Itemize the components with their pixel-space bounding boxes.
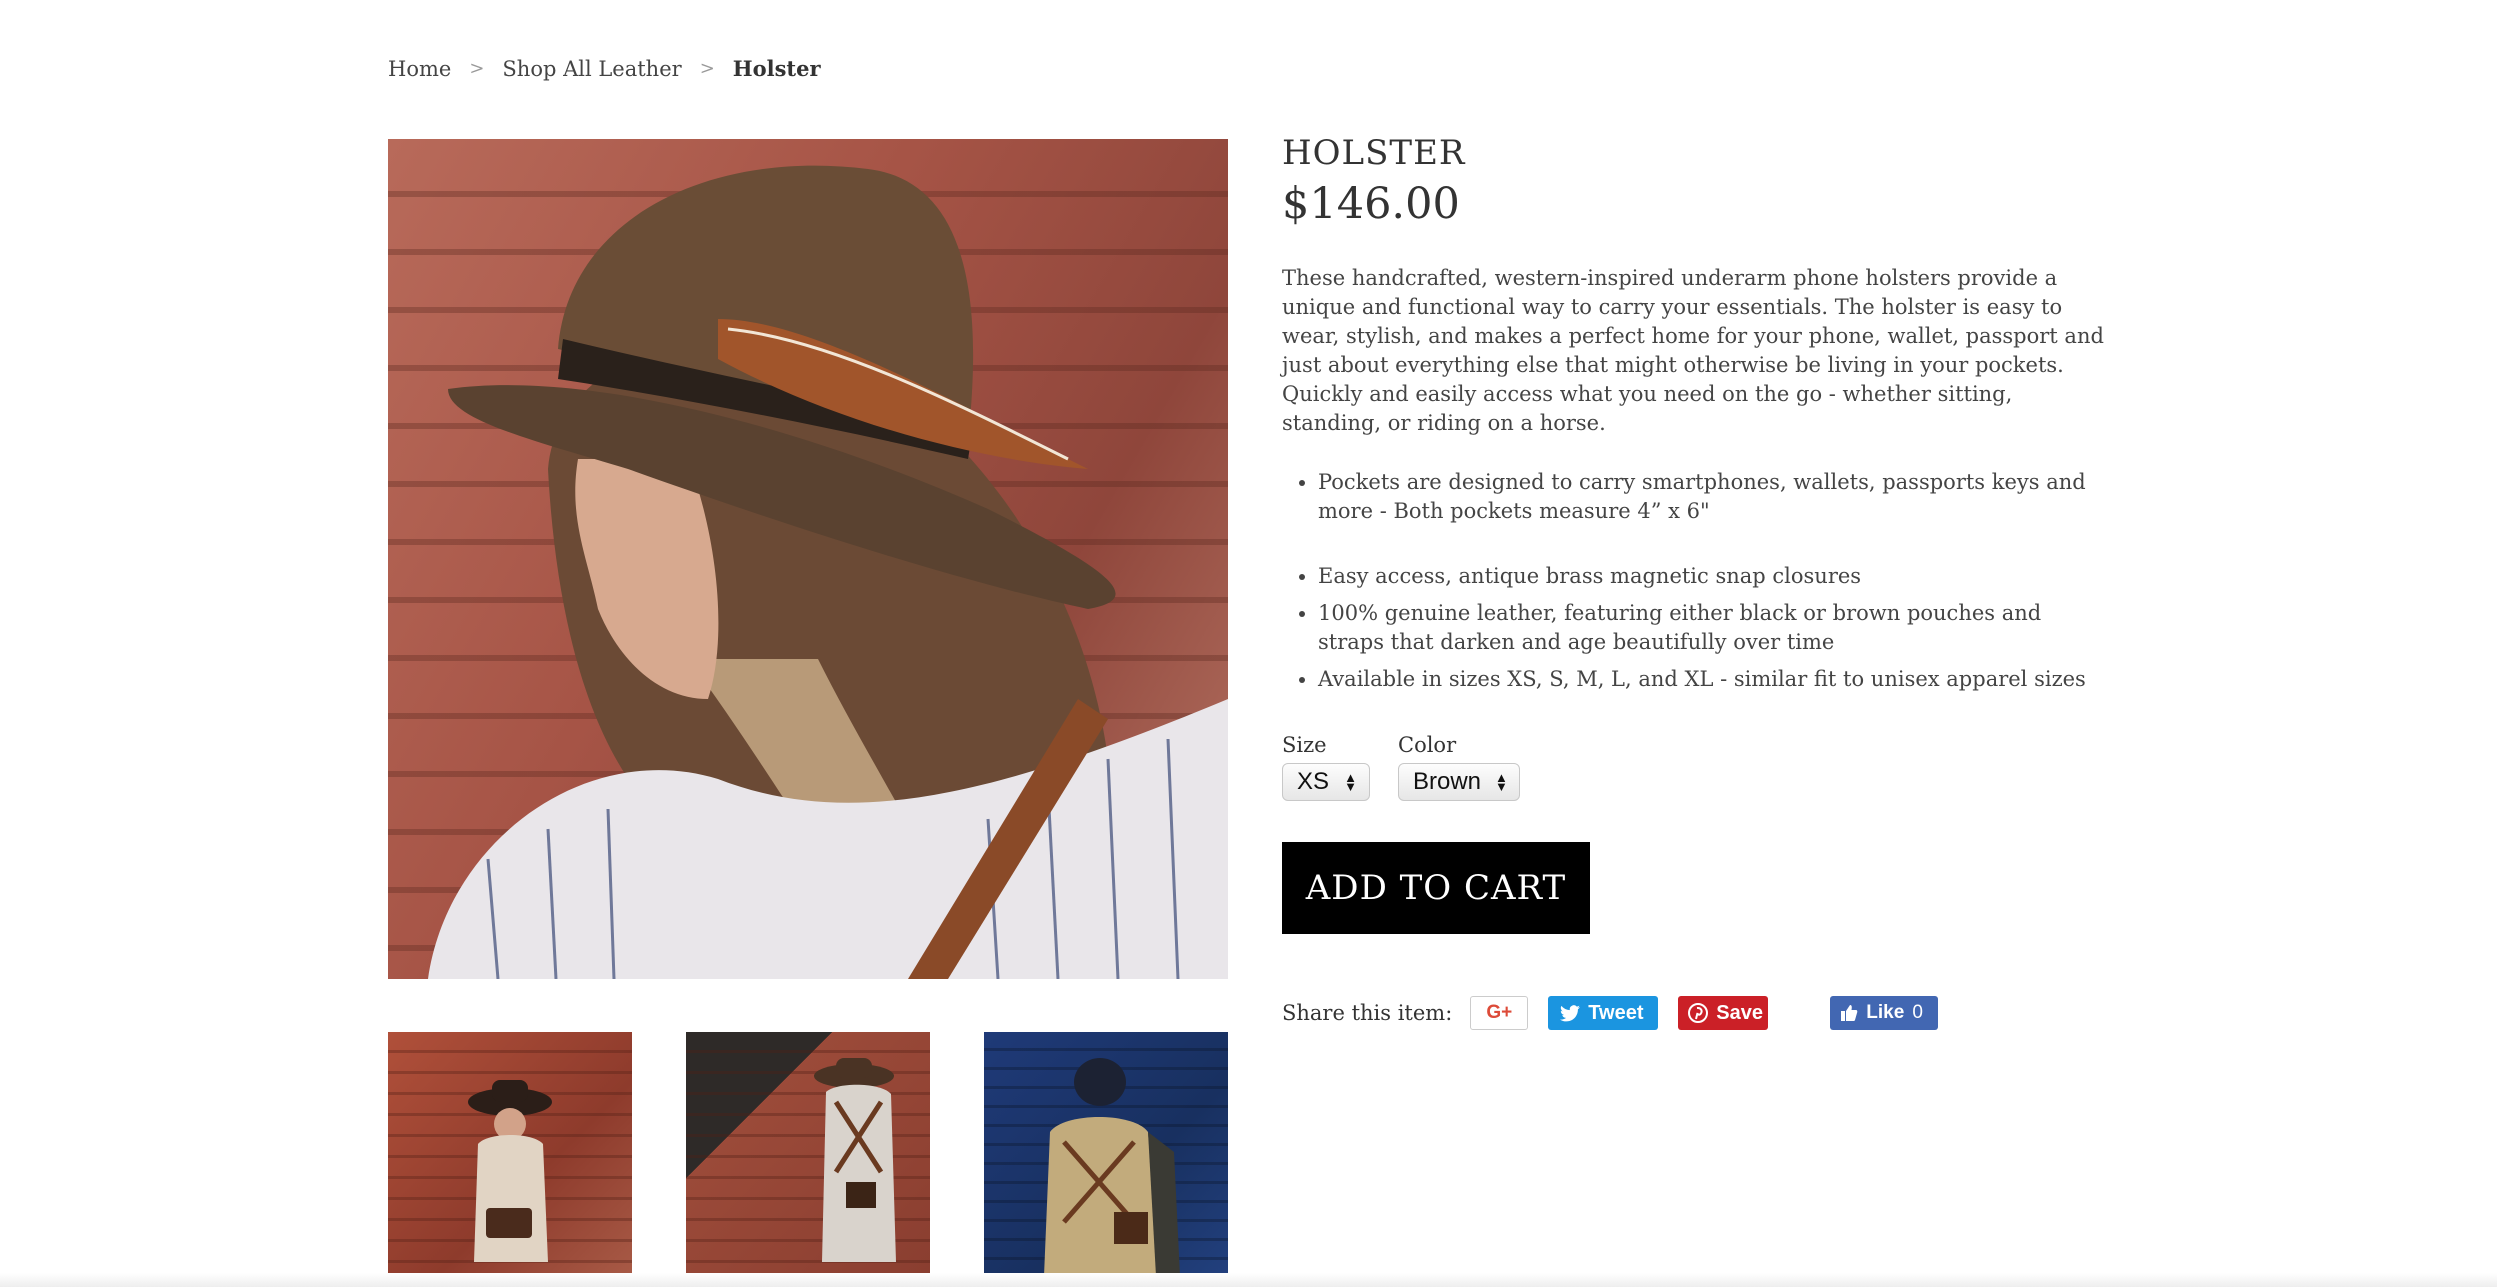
like-count: 0: [1912, 1002, 1923, 1023]
like-label: Like: [1866, 1002, 1905, 1023]
thumbnail-photo-illustration: [1044, 1058, 1180, 1276]
google-plus-share-button[interactable]: G+: [1470, 996, 1529, 1030]
thumbs-up-icon: [1840, 1004, 1858, 1022]
select-arrows-icon: ▲ ▼: [1495, 770, 1508, 794]
product-info: HOLSTER $146.00 These handcrafted, weste…: [1282, 132, 2112, 702]
tweet-label: Tweet: [1588, 1001, 1644, 1024]
feature-item: 100% genuine leather, featuring either b…: [1318, 599, 2112, 657]
product-description: These handcrafted, western-inspired unde…: [1282, 266, 2104, 435]
size-select-value: XS: [1297, 768, 1330, 795]
product-thumbnail-1[interactable]: [388, 1032, 632, 1276]
breadcrumb-home-link[interactable]: Home: [388, 57, 451, 81]
color-label: Color: [1398, 733, 1457, 757]
color-select-value: Brown: [1413, 768, 1482, 795]
pinterest-save-button[interactable]: Save: [1678, 996, 1769, 1030]
breadcrumb: Home > Shop All Leather > Holster: [388, 56, 821, 81]
pinterest-icon: [1688, 1003, 1709, 1023]
breadcrumb-category-link[interactable]: Shop All Leather: [502, 57, 681, 81]
product-options: Size XS ▲ ▼ Color Brown ▲ ▼: [1282, 733, 1520, 801]
select-arrows-icon: ▲ ▼: [1344, 770, 1357, 794]
thumbnail-photo-illustration: [468, 1080, 552, 1262]
breadcrumb-separator: >: [699, 58, 715, 79]
page-bottom-edge: [0, 1273, 2497, 1287]
tweet-button[interactable]: Tweet: [1548, 996, 1659, 1030]
product-price: $146.00: [1282, 179, 1460, 229]
product-photo-illustration: [428, 165, 1228, 979]
product-thumbnail-2[interactable]: [686, 1032, 930, 1276]
google-plus-icon: G+: [1486, 1002, 1513, 1023]
color-select[interactable]: Brown ▲ ▼: [1398, 763, 1520, 801]
breadcrumb-separator: >: [469, 58, 485, 79]
product-title: HOLSTER: [1282, 133, 1466, 173]
save-label: Save: [1716, 1001, 1763, 1024]
feature-item: Easy access, antique brass magnetic snap…: [1318, 562, 2112, 591]
product-main-image[interactable]: [388, 139, 1228, 979]
size-label: Size: [1282, 733, 1327, 757]
twitter-bird-icon: [1560, 1004, 1581, 1022]
product-thumbnail-3[interactable]: [984, 1032, 1228, 1276]
add-to-cart-button[interactable]: ADD TO CART: [1282, 842, 1590, 934]
thumbnail-photo-illustration: [814, 1058, 896, 1262]
feature-item: Pockets are designed to carry smartphone…: [1318, 468, 2112, 526]
size-select[interactable]: XS ▲ ▼: [1282, 763, 1370, 801]
feature-item: Available in sizes XS, S, M, L, and XL -…: [1318, 665, 2112, 694]
feature-list: Pockets are designed to carry smartphone…: [1282, 468, 2112, 694]
breadcrumb-current: Holster: [732, 56, 821, 81]
size-option: Size XS ▲ ▼: [1282, 733, 1370, 801]
facebook-like-button[interactable]: Like 0: [1830, 996, 1939, 1030]
share-label: Share this item:: [1282, 1001, 1453, 1025]
color-option: Color Brown ▲ ▼: [1398, 733, 1520, 801]
share-bar: Share this item: G+ Tweet Save Like 0: [1282, 996, 1958, 1030]
